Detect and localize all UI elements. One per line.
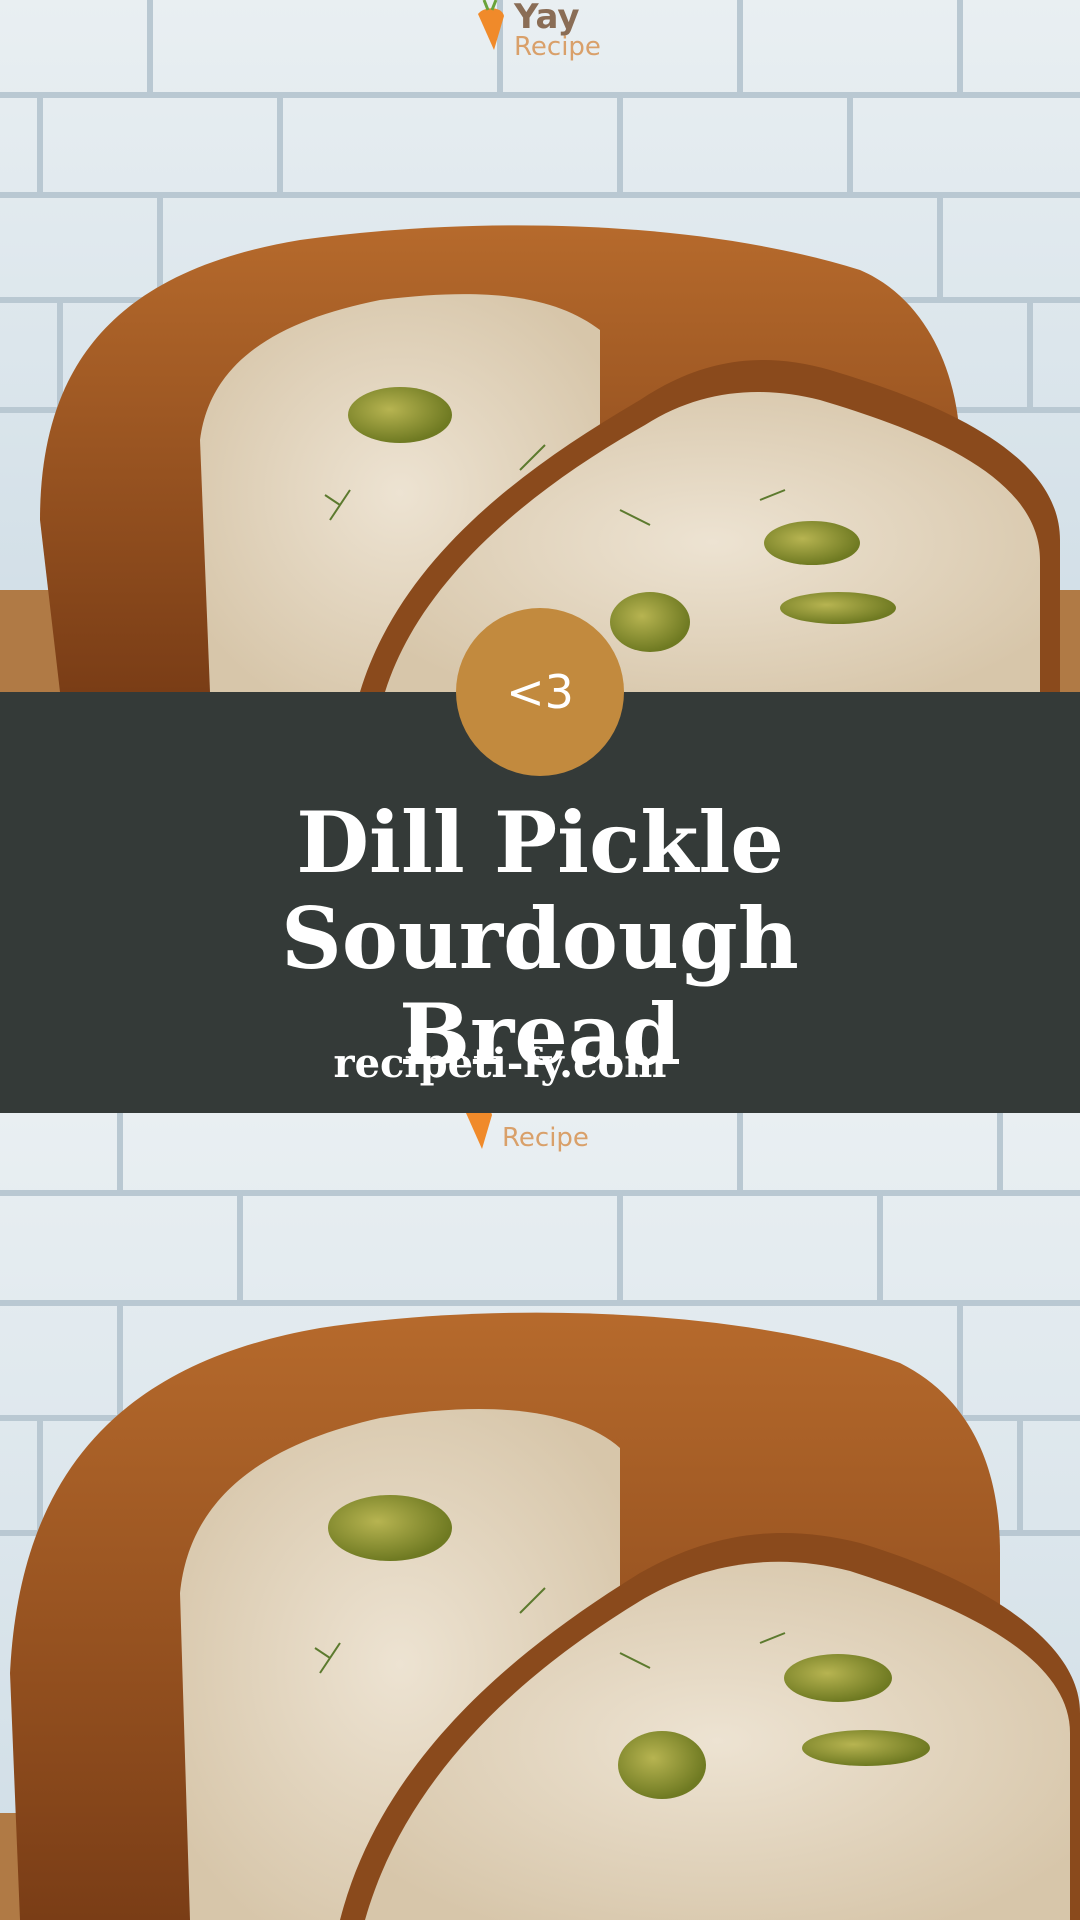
bottom-bread-photo: Recipe: [0, 1113, 1080, 1920]
yay-recipe-logo-repeat: Recipe: [462, 1113, 589, 1151]
website-link[interactable]: recipeti-fy.com: [330, 1040, 670, 1087]
recipe-title-line1: Dill Pickle Sourdough: [281, 793, 799, 988]
likes-badge[interactable]: <3: [456, 608, 624, 776]
logo-line2-repeat: Recipe: [502, 1123, 589, 1153]
top-bread-photo: Yay Recipe: [0, 0, 1080, 692]
logo-line2: Recipe: [514, 32, 601, 62]
yay-recipe-logo: Yay Recipe: [474, 0, 601, 60]
logo-line1: Yay: [514, 0, 580, 37]
